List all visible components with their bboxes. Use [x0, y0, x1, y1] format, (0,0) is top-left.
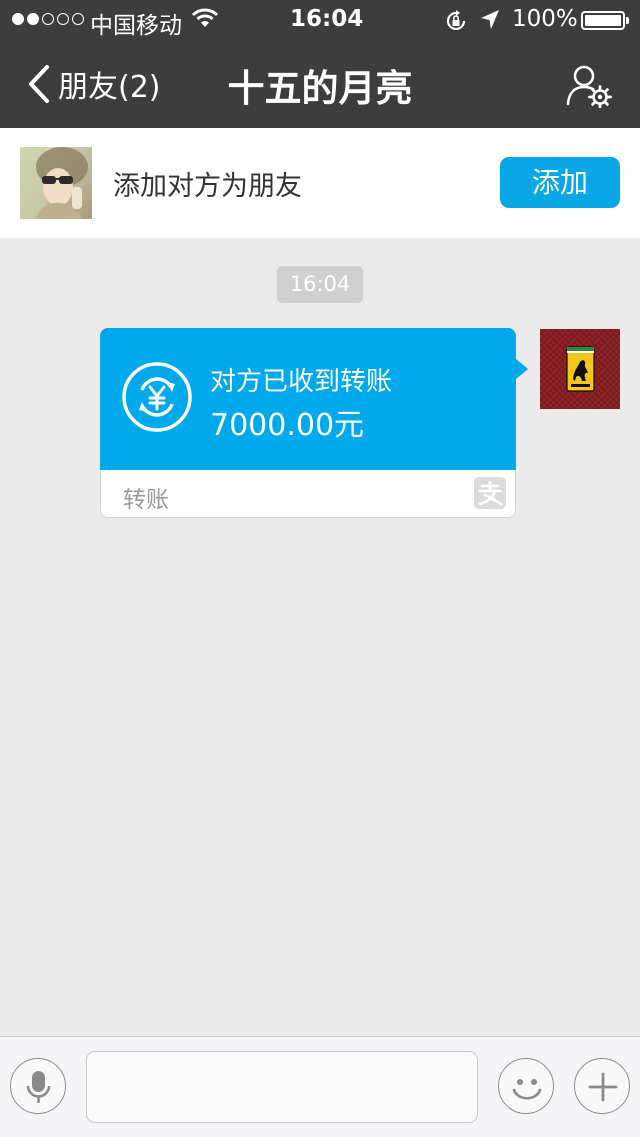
plus-icon [588, 1072, 618, 1102]
battery-percent: 100% [512, 6, 578, 32]
add-friend-prompt: 添加对方为朋友 [113, 171, 302, 202]
chevron-left-icon [29, 65, 49, 103]
navigation-header: 中国移动 16:04 100% 朋友(2) 十五的月亮 [0, 0, 640, 128]
contact-settings-icon [566, 65, 612, 109]
alipay-icon [474, 477, 506, 509]
contact-settings-button[interactable] [566, 64, 612, 109]
message-timestamp: 16:04 [277, 266, 363, 303]
transfer-card-body: 对方已收到转账 7000.00元 [100, 328, 516, 470]
voice-input-button[interactable] [10, 1058, 66, 1114]
transfer-card-footer: 转账 [100, 470, 516, 518]
emoji-button[interactable] [498, 1058, 554, 1114]
more-options-button[interactable] [574, 1058, 630, 1114]
transfer-amount: 7000.00元 [210, 408, 365, 443]
input-bar [0, 1036, 640, 1137]
transfer-status: 对方已收到转账 [210, 367, 393, 397]
transfer-type-label: 转账 [123, 487, 169, 513]
status-time: 16:04 [290, 6, 364, 32]
add-friend-button[interactable]: 添加 [500, 157, 620, 208]
location-arrow-icon [480, 9, 500, 37]
carrier-name: 中国移动 [90, 13, 182, 39]
microphone-icon [26, 1071, 51, 1103]
friend-avatar[interactable] [20, 147, 92, 219]
transfer-yuan-icon [122, 362, 192, 432]
status-bar: 中国移动 16:04 100% [0, 0, 640, 40]
add-friend-bar: 添加对方为朋友 添加 [0, 128, 640, 238]
transfer-message-card[interactable]: 对方已收到转账 7000.00元 转账 [100, 328, 528, 518]
my-avatar[interactable] [540, 329, 620, 409]
emoji-icon [512, 1079, 542, 1100]
rotation-lock-icon [444, 9, 468, 39]
bubble-tail [516, 359, 528, 379]
message-input[interactable] [86, 1051, 478, 1123]
battery-icon [581, 11, 629, 30]
signal-strength-icon [12, 13, 84, 25]
back-button[interactable]: 朋友(2) [28, 62, 161, 106]
wifi-icon [191, 8, 219, 34]
back-label: 朋友(2) [58, 70, 161, 105]
